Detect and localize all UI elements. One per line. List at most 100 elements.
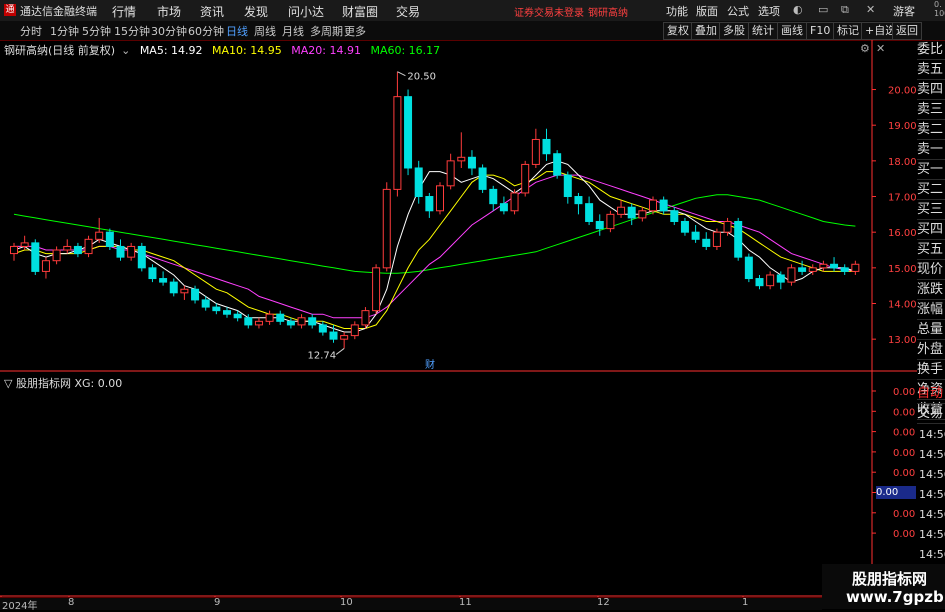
side-lower-row-1[interactable]: 交易 — [917, 404, 945, 424]
menu-assistant[interactable]: 问小达 — [288, 3, 324, 20]
legend-ma20: MA20: 14.91 — [291, 44, 361, 57]
tool-overlay[interactable]: 叠加 — [691, 22, 721, 40]
candle-body-52 — [563, 174, 572, 198]
tool-back[interactable]: 返回 — [892, 22, 922, 40]
menu-options[interactable]: 选项 — [758, 3, 780, 19]
period-5min[interactable]: 5分钟 — [82, 23, 111, 39]
candle-body-27 — [297, 317, 306, 326]
menu-discover[interactable]: 发现 — [244, 3, 268, 20]
candle-body-68 — [734, 220, 743, 258]
period-15min[interactable]: 15分钟 — [114, 23, 150, 39]
y-tick-label-5: 15.00 — [888, 264, 917, 275]
tool-statistics[interactable]: 统计 — [748, 22, 778, 40]
candle-body-42 — [457, 156, 466, 162]
side-row-4: 卖二 — [917, 120, 945, 140]
y-axis-corner: 0. 1000 — [934, 0, 945, 18]
period-monthly[interactable]: 月线 — [282, 23, 304, 39]
period-30min[interactable]: 30分钟 — [151, 23, 187, 39]
close-panel-icon[interactable]: ✕ — [876, 42, 885, 55]
candle-body-65 — [702, 238, 711, 247]
candle-body-32 — [350, 324, 359, 337]
side-row-9: 买四 — [917, 220, 945, 240]
settings-icon[interactable]: ⚙ — [860, 42, 870, 55]
sub-y-tick-label-2: 0.00 — [893, 428, 915, 439]
candle-body-44 — [478, 167, 487, 190]
side-row-14: 总量 — [917, 320, 945, 340]
period-multi[interactable]: 多周期 — [310, 23, 343, 39]
x-label-6: 1 — [742, 597, 749, 608]
period-1min[interactable]: 1分钟 — [50, 23, 79, 39]
high-label: 20.50 — [407, 72, 436, 83]
candle-body-40 — [436, 185, 444, 212]
candle-body-41 — [446, 160, 455, 187]
candle-body-47 — [510, 192, 519, 212]
period-intraday[interactable]: 分时 — [20, 23, 42, 39]
side-row-0: 委比 — [917, 40, 945, 60]
tool-multi-stock[interactable]: 多股 — [719, 22, 749, 40]
indicator-current-value: 0.00 — [876, 486, 916, 499]
candle-body-7 — [84, 238, 93, 255]
skin-icon[interactable]: ◐ — [793, 3, 803, 16]
side-row-15: 外盘 — [917, 340, 945, 360]
tool-f10[interactable]: F10 — [806, 22, 835, 40]
price-chart[interactable]: 20.00 19.00 18.00 17.00 16.00 15.00 14.00 13.00… — [0, 40, 945, 597]
candle-body-71 — [766, 274, 775, 287]
side-lower-row-0[interactable]: 自动 — [917, 384, 945, 404]
candle-body-67 — [723, 220, 732, 233]
candle-body-55 — [595, 220, 604, 230]
watermark: 股朋指标网 www.7gpzb.com — [822, 564, 945, 609]
period-more[interactable]: 更多 — [344, 23, 366, 39]
menu-market[interactable]: 市场 — [157, 3, 181, 20]
chevron-down-icon[interactable]: ⌄ — [121, 44, 130, 57]
candle-body-37 — [404, 96, 413, 169]
menu-quotes[interactable]: 行情 — [112, 3, 136, 20]
candle-body-63 — [680, 220, 689, 233]
menu-news[interactable]: 资讯 — [200, 3, 224, 20]
indicator-expand-icon[interactable]: ▽ — [4, 377, 12, 390]
candle-body-43 — [467, 156, 476, 169]
candle-body-33 — [361, 310, 370, 326]
side-row-8: 买三 — [917, 200, 945, 220]
candle-body-64 — [691, 231, 700, 240]
menu-formula[interactable]: 公式 — [727, 3, 749, 19]
candle-body-24 — [265, 313, 274, 322]
candle-body-49 — [531, 138, 540, 165]
sub-y-tick-label-4: 0.00 — [893, 468, 915, 479]
tool-adjust[interactable]: 复权 — [663, 22, 693, 40]
candle-body-54 — [585, 203, 594, 222]
low-pointer — [335, 348, 345, 355]
period-weekly[interactable]: 周线 — [254, 23, 276, 39]
candle-body-46 — [499, 203, 508, 212]
candle-body-72 — [776, 274, 785, 283]
minimize-icon[interactable]: ▭ — [818, 3, 828, 16]
tool-mark[interactable]: 标记 — [833, 22, 863, 40]
x-label-1: 8 — [68, 597, 75, 608]
y-tick-label-0: 20.00 — [888, 86, 917, 97]
candle-body-15 — [169, 281, 178, 294]
y-tick-label-6: 14.00 — [888, 300, 917, 311]
trade-login-warning[interactable]: 证券交易未登录 — [514, 4, 584, 19]
period-daily[interactable]: 日线 — [226, 23, 248, 39]
guest-login[interactable]: 游客 — [893, 3, 915, 19]
candle-body-77 — [830, 263, 839, 269]
sub-y-tick-label-7: 0.00 — [893, 529, 915, 540]
candle-body-53 — [574, 196, 583, 205]
menu-layout[interactable]: 版面 — [696, 3, 718, 19]
side-row-10: 买五 — [917, 240, 945, 260]
candle-body-69 — [744, 256, 753, 280]
restore-icon[interactable]: ⧉ — [841, 3, 849, 17]
legend-ma60: MA60: 16.17 — [370, 44, 441, 57]
menu-trade[interactable]: 交易 — [396, 3, 420, 20]
tick-time-5: 14:56 — [919, 528, 945, 541]
y-tick-label-1: 19.00 — [888, 121, 917, 132]
candle-body-50 — [542, 138, 551, 155]
menu-wealth[interactable]: 财富圈 — [342, 3, 378, 20]
candle-body-70 — [755, 278, 764, 287]
candle-body-74 — [798, 267, 807, 272]
menu-functions[interactable]: 功能 — [666, 3, 688, 19]
tool-draw-line[interactable]: 画线 — [777, 22, 807, 40]
x-label-2: 9 — [214, 597, 221, 608]
period-60min[interactable]: 60分钟 — [188, 23, 224, 39]
close-icon[interactable]: ✕ — [866, 3, 875, 16]
side-row-1: 卖五 — [917, 60, 945, 80]
